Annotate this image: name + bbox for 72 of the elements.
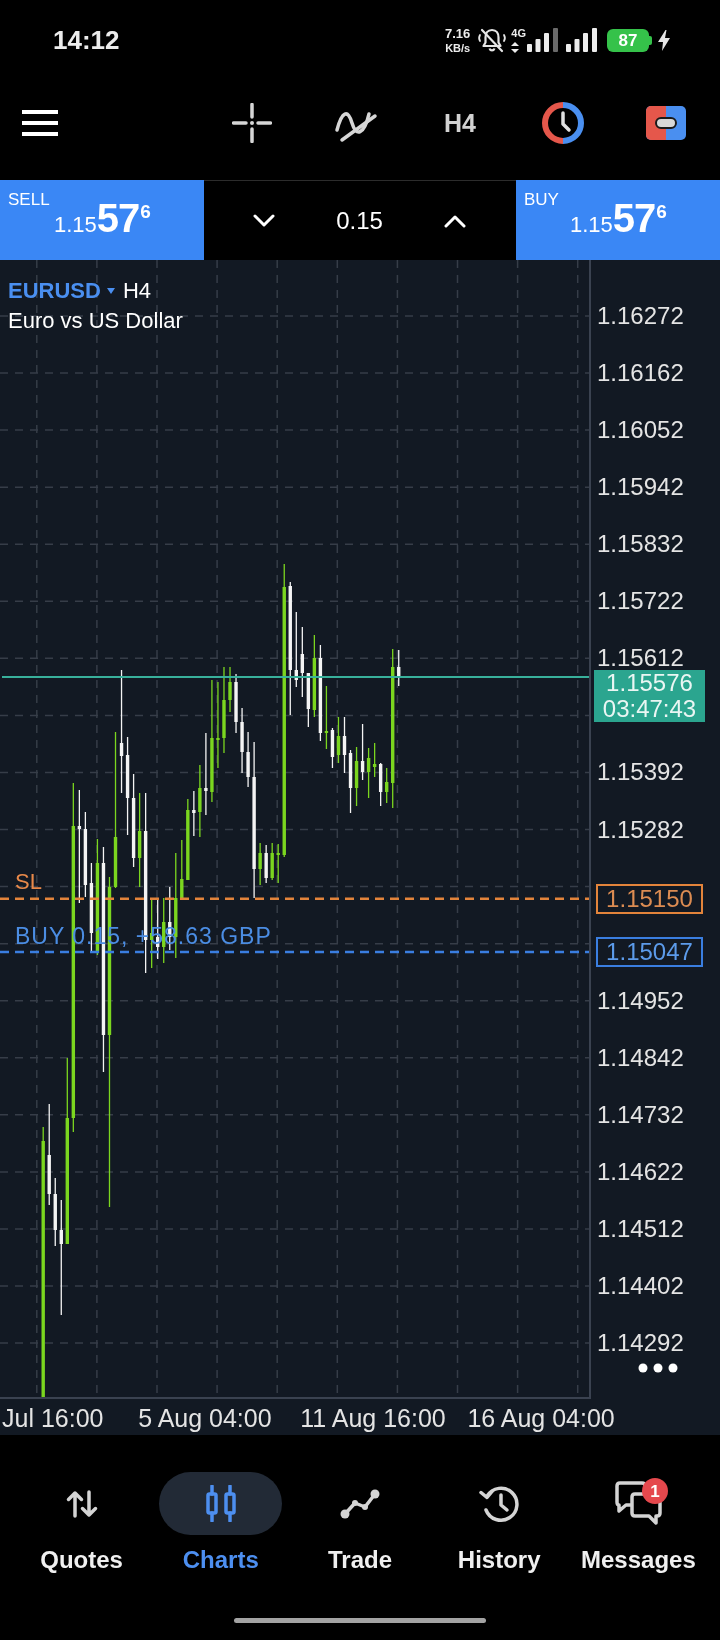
candlestick	[276, 843, 280, 884]
charging-bolt-icon	[658, 29, 670, 51]
chart-timeframe: H4	[122, 280, 152, 302]
toggle-icon[interactable]	[645, 106, 686, 140]
battery-indicator: 87	[607, 28, 652, 52]
candlestick	[246, 731, 250, 788]
symbol-name[interactable]: EURUSD	[8, 280, 101, 302]
price-label: 1.15392	[597, 762, 684, 783]
time-label: Jul 16:00	[2, 1406, 104, 1431]
dropdown-caret-icon[interactable]	[106, 288, 115, 294]
candlestick	[270, 842, 274, 881]
network-type: 4G	[511, 27, 526, 39]
price-label: 1.14622	[597, 1161, 684, 1182]
countdown-timer: 03:47:43	[602, 696, 697, 722]
up-down-arrows-icon	[65, 1489, 98, 1518]
stop-loss-label: SL	[15, 871, 42, 893]
price-label: 1.15282	[597, 819, 684, 840]
candlestick	[300, 626, 304, 698]
candlestick	[228, 666, 232, 713]
time-label: 5 Aug 04:00	[138, 1406, 272, 1431]
price-label: 1.16272	[597, 306, 684, 326]
candlestick	[192, 790, 196, 837]
status-time: 14:12	[53, 27, 120, 53]
price-label: 1.15722	[597, 591, 684, 612]
nav-tab[interactable]: History	[437, 1472, 561, 1572]
volume-value[interactable]: 0.15	[275, 208, 444, 233]
history-icon	[478, 1483, 520, 1524]
clock-icon[interactable]	[541, 102, 584, 144]
price-label: 1.16162	[597, 363, 684, 384]
price-label: 1.15832	[597, 534, 684, 555]
nav-tab[interactable]: Quotes	[20, 1472, 144, 1572]
symbol-description: Euro vs US Dollar	[8, 310, 183, 332]
chevron-up-icon[interactable]	[444, 213, 466, 228]
menu-icon[interactable]	[22, 110, 58, 136]
price-label: 1.14952	[597, 990, 684, 1011]
bell-slash-icon	[477, 27, 508, 53]
network-speed-unit: KB/s	[445, 42, 471, 54]
data-arrows-icon	[511, 41, 520, 53]
nav-tab[interactable]: Trade	[298, 1472, 422, 1572]
candlestick	[234, 673, 238, 734]
time-label: 11 Aug 16:00	[300, 1406, 446, 1431]
network-speed: 7.16	[445, 26, 471, 40]
position-line[interactable]	[0, 950, 590, 954]
candlestick-icon	[203, 1485, 238, 1522]
candlestick	[385, 767, 389, 804]
signal-icon	[527, 28, 558, 52]
chevron-down-icon[interactable]	[253, 213, 275, 228]
nav-tab[interactable]: 1 Messages	[576, 1472, 700, 1572]
price-label: 1.14402	[597, 1276, 684, 1296]
candlestick	[264, 844, 268, 884]
trend-line-icon	[340, 1488, 380, 1519]
price-label: 1.15612	[597, 648, 684, 669]
price-label: 1.14292	[597, 1333, 684, 1354]
more-icon[interactable]	[638, 1363, 678, 1373]
candlestick	[240, 707, 244, 774]
price-label: 1.16052	[597, 420, 684, 441]
signal-icon	[566, 28, 597, 52]
candlestick	[258, 842, 262, 886]
time-label: 16 Aug 04:00	[467, 1406, 615, 1431]
timeframe-button[interactable]: H4	[444, 110, 476, 136]
stop-loss-price-tag[interactable]: 1.15150	[596, 884, 703, 914]
crosshair-icon[interactable]	[232, 103, 272, 143]
stop-loss-line[interactable]	[0, 897, 590, 900]
notification-badge: 1	[641, 1478, 668, 1504]
price-label: 1.14732	[597, 1104, 684, 1125]
price-label: 1.14842	[597, 1047, 684, 1068]
candlestick	[53, 1177, 57, 1247]
price-label: 1.14512	[597, 1218, 684, 1239]
position-price-tag[interactable]: 1.15047	[596, 937, 703, 967]
price-label: 1.15942	[597, 477, 684, 498]
candlestick	[397, 649, 401, 687]
current-price: 1.15576	[606, 670, 693, 696]
